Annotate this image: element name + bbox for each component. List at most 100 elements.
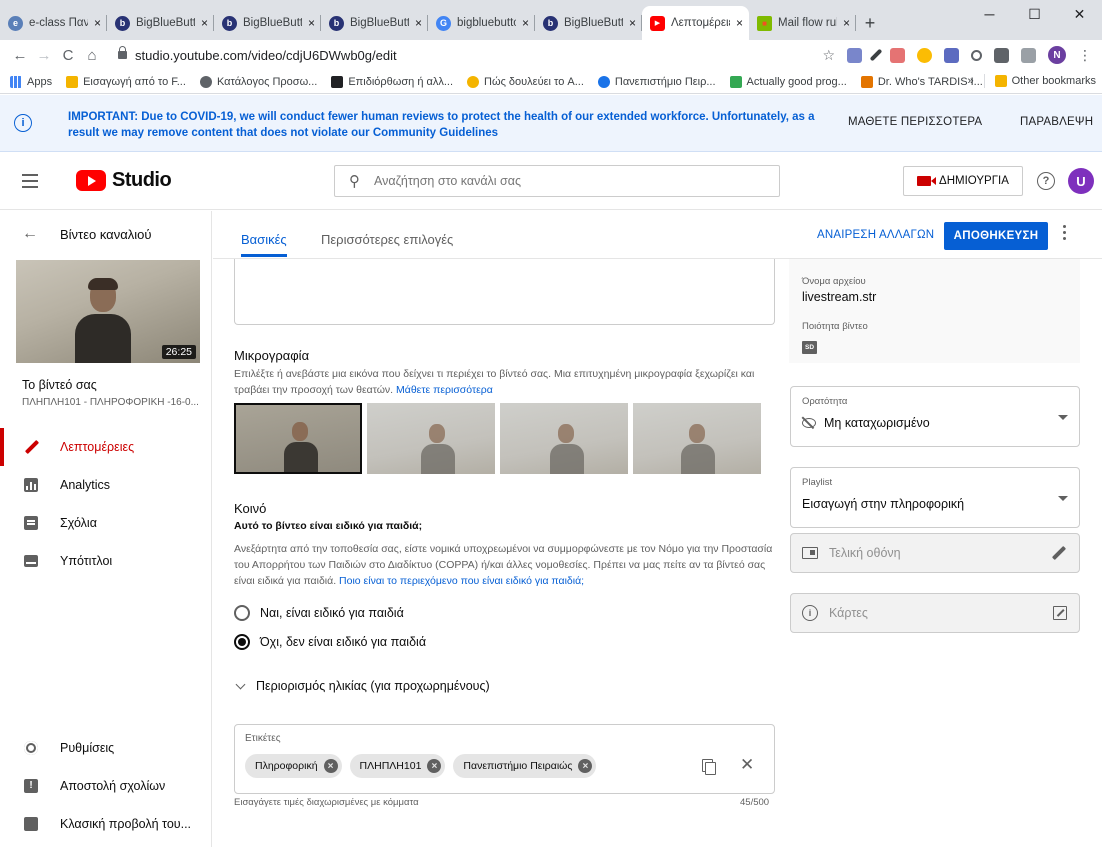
channel-search[interactable]: ⚲ [334,165,780,197]
close-icon[interactable]: × [201,16,208,30]
tab-title: bigbluebutton [457,17,516,29]
extension-icon[interactable] [917,47,932,63]
back-arrow-icon[interactable]: ← [8,47,32,64]
cards-button[interactable]: i Κάρτες [790,593,1080,633]
bookmark-item[interactable]: Επιδιόρθωση ή αλλ... [331,75,453,88]
end-screen-button[interactable]: Τελική οθόνη [790,533,1080,573]
maximize-icon[interactable]: ☐ [1012,0,1057,28]
close-icon[interactable]: × [308,16,315,30]
radio-not-made-for-kids[interactable]: Όχι, δεν είναι ειδικό για παιδιά [234,634,426,650]
tags-field[interactable]: Ετικέτες Πληροφορική × ΠΛΗΠΛΗ101 × Πανεπισ… [234,724,775,794]
bookmark-item[interactable]: Εισαγωγή από το F... [66,75,186,88]
sidebar-item-feedback[interactable]: ! Αποστολή σχολίων [0,767,211,805]
browser-tab[interactable]: ■ Mail flow rule × [749,6,856,40]
close-icon[interactable]: × [415,16,422,30]
bookmark-item[interactable]: Πώς δουλεύει το A... [467,75,584,88]
remove-tag-icon[interactable]: × [323,759,338,773]
browser-tab[interactable]: b BigBlueButton × [107,6,214,40]
profile-avatar[interactable]: N [1048,46,1066,64]
thumbnail-option-selected[interactable] [234,403,362,474]
bookmark-apps[interactable]: Apps [10,75,52,88]
forward-arrow-icon[interactable]: → [32,47,56,64]
browser-tab[interactable]: Gbigbluebutton × [428,6,535,40]
thumbnail-option[interactable] [367,403,495,474]
dismiss-button[interactable]: ΠΑΡΑΒΛΕΨΗ [1020,116,1093,128]
presenter-figure [550,424,584,474]
channel-videos-link[interactable]: ← Βίντεο καναλιού [22,225,151,243]
thumbnail-option[interactable] [633,403,761,474]
sidebar-item-classic-studio[interactable]: Κλασική προβολή του... [0,805,211,843]
bookmark-item[interactable]: Πανεπιστήμιο Πειρ... [597,75,716,88]
hamburger-menu-icon[interactable] [22,174,38,192]
age-restriction-toggle[interactable]: Περιορισμός ηλικίας (για προχωρημένους) [235,679,490,693]
sidebar-item-label: Αποστολή σχολίων [60,779,166,793]
browser-tab[interactable]: b BigBlueButton × [214,6,321,40]
save-button[interactable]: ΑΠΟΘΗΚΕΥΣΗ [944,222,1048,250]
back-arrow-icon: ← [22,225,38,242]
extension-icon[interactable] [1021,47,1036,63]
left-sidebar: ← Βίντεο καναλιού 26:25 Το βίντεό σας ΠΛ… [0,211,212,847]
more-options-icon[interactable] [1063,225,1067,243]
sidebar-item-comments[interactable]: Σχόλια [0,504,211,542]
account-avatar[interactable]: U [1068,168,1094,194]
main-content: Βασικές Περισσότερες επιλογές ΑΝΑΙΡΕΣΗ Α… [213,211,1102,847]
banner-message: IMPORTANT: Due to COVID-19, we will cond… [68,111,815,139]
browser-tab[interactable]: b BigBlueButton × [321,6,428,40]
window-close-icon[interactable]: ✕ [1057,0,1102,28]
remove-tag-icon[interactable]: × [427,759,442,773]
undo-changes-button[interactable]: ΑΝΑΙΡΕΣΗ ΑΛΛΑΓΩΝ [817,229,934,241]
sidebar-item-subtitles[interactable]: Υπότιτλοι [0,542,211,580]
create-button[interactable]: ΔΗΜΙΟΥΡΓΙΑ [903,166,1023,196]
extension-icon[interactable] [890,47,905,63]
extension-icon[interactable] [944,47,959,63]
radio-button[interactable] [234,605,250,621]
search-input[interactable] [374,174,734,188]
bookmark-star-icon[interactable]: ☆ [822,47,835,64]
reload-icon[interactable]: C [56,47,80,64]
copy-icon[interactable] [702,759,716,775]
other-bookmarks[interactable]: Other bookmarks [994,75,1096,87]
remove-tag-icon[interactable]: × [578,759,593,773]
video-thumbnail[interactable]: 26:25 [16,260,200,363]
pen-extension-icon[interactable] [869,48,883,62]
new-tab-button[interactable]: + [856,6,884,40]
browser-tab-active[interactable]: ▶ Λεπτομέρειες × [642,6,749,40]
radio-button-selected[interactable] [234,634,250,650]
minimize-icon[interactable]: ─ [967,0,1012,28]
visibility-select[interactable]: Ορατότητα Μη καταχωρισμένο [790,386,1080,447]
close-icon[interactable]: × [629,16,636,30]
bookmark-item[interactable]: Κατάλογος Προσω... [199,75,317,88]
end-screen-label: Τελική οθόνη [829,546,901,560]
bookmark-label: Εισαγωγή από το F... [83,75,186,88]
clear-tags-icon[interactable]: ✕ [740,755,754,775]
extension-icon[interactable] [971,49,982,61]
extension-icon[interactable] [994,47,1009,63]
home-icon[interactable]: ⌂ [80,47,104,64]
browser-tab[interactable]: e e-class Πανεπ × [0,6,107,40]
chrome-menu-icon[interactable]: ⋮ [1078,47,1092,64]
playlist-select[interactable]: Playlist Εισαγωγή στην πληροφορική [790,467,1080,528]
close-icon[interactable]: × [522,16,529,30]
learn-more-link[interactable]: Μάθετε περισσότερα [396,384,493,396]
kids-content-link[interactable]: Ποιο είναι το περιεχόμενο που είναι ειδι… [339,575,584,587]
close-icon[interactable]: × [736,16,743,30]
thumbnail-option[interactable] [500,403,628,474]
learn-more-button[interactable]: ΜΑΘΕΤΕ ΠΕΡΙΣΣΟΤΕΡΑ [848,116,982,128]
help-icon[interactable]: ? [1037,172,1055,190]
description-textarea[interactable] [234,249,775,325]
bookmark-item[interactable]: Dr. Who's TARDIS I... [860,75,983,88]
tab-more-options[interactable]: Περισσότερες επιλογές [321,232,453,247]
more-bookmarks-icon[interactable]: » [968,75,974,87]
extension-icon[interactable] [847,47,862,63]
close-icon[interactable]: × [843,16,850,30]
browser-tab[interactable]: b BigBlueButton × [535,6,642,40]
close-icon[interactable]: × [94,16,101,30]
radio-made-for-kids[interactable]: Ναι, είναι ειδικό για παιδιά [234,605,404,621]
tab-basic[interactable]: Βασικές [241,232,287,257]
sidebar-item-settings[interactable]: Ρυθμίσεις [0,729,211,767]
bookmark-item[interactable]: Actually good prog... [729,75,847,88]
sidebar-item-analytics[interactable]: Analytics [0,466,211,504]
sidebar-item-details[interactable]: Λεπτομέρειες [0,428,211,466]
edit-pencil-icon [1051,545,1067,561]
studio-logo[interactable]: Studio [76,169,172,192]
